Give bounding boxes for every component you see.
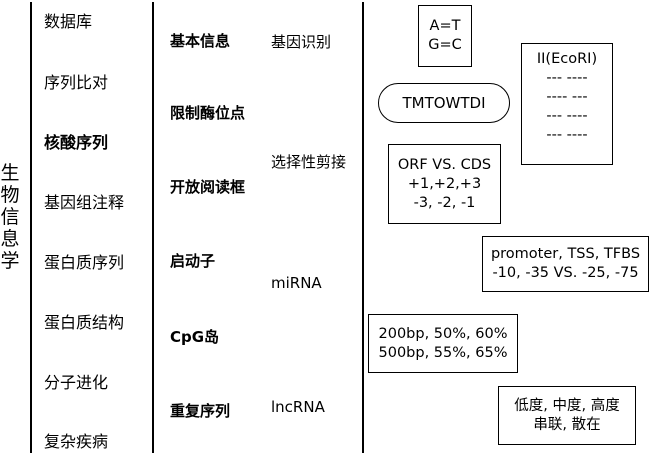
topic-label: lncRNA: [271, 398, 325, 416]
topic-lncrna: lncRNA: [271, 398, 325, 416]
note-repeats: 低度, 中度, 高度 串联, 散在: [498, 386, 636, 445]
note-line: II(EcoRI): [536, 51, 598, 67]
note-line: --- ----: [546, 70, 588, 86]
category-nucleic-acid-sequence: 核酸序列: [44, 129, 108, 153]
root-label: 生物信息学: [0, 162, 20, 272]
category-protein-structure: 蛋白质结构: [44, 309, 124, 333]
category-label: 序列比对: [44, 73, 109, 92]
category-label: 蛋白质序列: [44, 253, 125, 272]
category-label: 蛋白质结构: [44, 313, 125, 332]
subtopic-orf: 开放阅读框: [170, 176, 245, 197]
category-genome-annotation: 基因组注释: [44, 189, 124, 213]
note-ecori: II(EcoRI) --- ---- ---- --- --- ---- ---…: [521, 43, 613, 165]
note-line: 200bp, 50%, 60%: [378, 325, 508, 342]
note-line: TMTOWTDI: [402, 93, 486, 112]
subtopic-cpg-island: CpG岛: [170, 326, 219, 347]
category-molecular-evolution: 分子进化: [44, 369, 108, 393]
note-line: -3, -2, -1: [413, 194, 476, 211]
note-line: --- ----: [546, 127, 588, 143]
note-line: ---- ---: [546, 89, 588, 105]
category-label: 分子进化: [44, 373, 109, 392]
note-line: G=C: [428, 37, 462, 53]
category-label: 基因组注释: [44, 193, 125, 212]
root-label-text: 生物信息学: [0, 162, 20, 272]
note-line: promoter, TSS, TFBS: [490, 246, 641, 262]
category-database: 数据库: [44, 8, 92, 32]
subtopic-label: 限制酶位点: [170, 104, 246, 122]
note-tmtowtdi-pill: TMTOWTDI: [378, 83, 510, 123]
divider-root: [30, 2, 32, 453]
note-line: A=T: [429, 18, 461, 34]
note-orf: ORF VS. CDS +1,+2,+3 -3, -2, -1: [388, 144, 501, 224]
category-label: 复杂疾病: [44, 432, 109, 451]
topic-label: miRNA: [271, 274, 322, 292]
divider-categories: [152, 2, 154, 453]
subtopic-restriction-sites: 限制酶位点: [170, 102, 245, 123]
subtopic-repeat-sequences: 重复序列: [170, 400, 230, 421]
subtopic-label: 基本信息: [170, 32, 231, 50]
subtopic-label: 重复序列: [170, 402, 231, 420]
note-line: +1,+2,+3: [407, 175, 482, 192]
note-line: --- ----: [546, 108, 588, 124]
topic-label: 基因识别: [271, 33, 332, 51]
subtopic-label: CpG岛: [170, 328, 220, 346]
note-line: 500bp, 55%, 65%: [378, 344, 508, 361]
subtopic-label: 开放阅读框: [170, 178, 246, 196]
category-protein-sequence: 蛋白质序列: [44, 249, 124, 273]
subtopic-label: 启动子: [170, 252, 216, 270]
category-sequence-alignment: 序列比对: [44, 69, 108, 93]
note-base-pairing: A=T G=C: [418, 5, 472, 67]
note-cpg: 200bp, 50%, 60% 500bp, 55%, 65%: [368, 314, 518, 373]
category-label: 数据库: [44, 12, 93, 31]
note-line: 低度, 中度, 高度: [514, 397, 620, 414]
subtopic-promoter: 启动子: [170, 250, 215, 271]
note-line: ORF VS. CDS: [397, 156, 492, 173]
category-complex-disease: 复杂疾病: [44, 428, 108, 452]
note-line: 串联, 散在: [533, 416, 601, 433]
category-label: 核酸序列: [44, 133, 109, 152]
divider-topics: [362, 2, 364, 453]
subtopic-basic-info: 基本信息: [170, 30, 230, 51]
topic-mirna: miRNA: [271, 274, 322, 292]
topic-label: 选择性剪接: [271, 153, 347, 171]
topic-gene-identification: 基因识别: [271, 31, 331, 52]
note-line: -10, -35 VS. -25, -75: [492, 265, 639, 281]
topic-alternative-splicing: 选择性剪接: [271, 151, 346, 172]
note-promoter: promoter, TSS, TFBS -10, -35 VS. -25, -7…: [482, 236, 649, 292]
